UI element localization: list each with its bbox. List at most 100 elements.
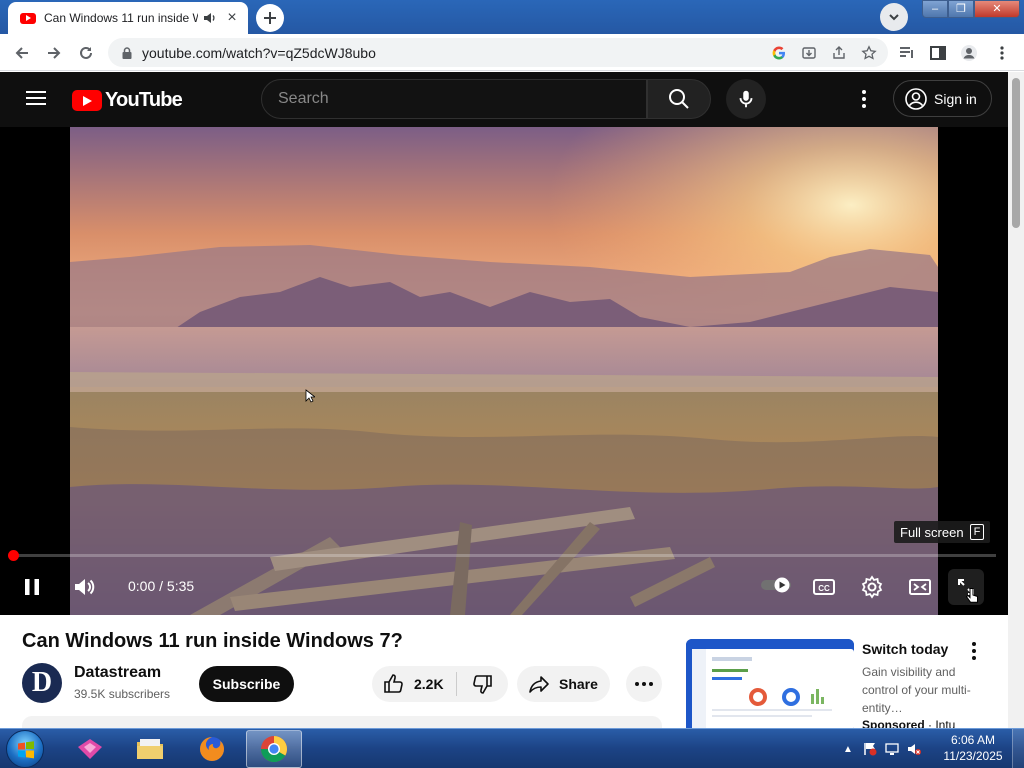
google-lens-button[interactable]: [768, 42, 790, 64]
channel-name[interactable]: Datastream: [74, 664, 161, 682]
reload-button[interactable]: [72, 39, 100, 67]
settings-menu-button[interactable]: [852, 87, 876, 111]
like-divider: [456, 672, 457, 696]
close-window-button[interactable]: ✕: [974, 0, 1020, 18]
kebab-menu-icon: [972, 642, 976, 646]
player-controls: 0:00 / 5:35 CC: [0, 567, 1008, 607]
show-desktop-button[interactable]: [1012, 729, 1024, 768]
video-player[interactable]: Full screen F 0:00 / 5:35 CC: [0, 127, 1008, 615]
share-page-button[interactable]: [828, 42, 850, 64]
file-explorer-app-button[interactable]: [122, 730, 178, 768]
lock-icon[interactable]: [120, 46, 134, 60]
mouse-pointer-icon: [305, 389, 315, 403]
back-icon: [15, 47, 28, 59]
tab-close-icon[interactable]: ×: [224, 10, 240, 26]
minimize-button[interactable]: –: [922, 0, 948, 18]
google-icon: [772, 46, 785, 60]
gear-icon: [861, 575, 883, 599]
speaker-muted-icon: [908, 744, 921, 755]
clock-time: 6:06 AM: [950, 733, 996, 747]
network-monitor-icon: [885, 743, 899, 755]
scrollbar-thumb[interactable]: [1012, 78, 1020, 228]
omnibox-actions: [768, 42, 880, 64]
dislike-button[interactable]: [458, 666, 506, 702]
thumbs-up-icon: [384, 674, 403, 693]
bookmark-button[interactable]: [858, 42, 880, 64]
tab-title: Can Windows 11 run inside Windows 7?: [44, 11, 198, 25]
reading-list-icon: [900, 47, 913, 58]
video-title: Can Windows 11 run inside Windows 7?: [22, 630, 403, 652]
start-button[interactable]: [6, 730, 44, 768]
subscribe-button[interactable]: Subscribe: [199, 666, 294, 702]
browser-tab-strip: Can Windows 11 run inside Windows 7? × –…: [0, 0, 1024, 34]
forward-button[interactable]: [40, 39, 68, 67]
chrome-menu-button[interactable]: [988, 39, 1016, 67]
miniplayer-icon: [909, 579, 931, 595]
profile-button[interactable]: [955, 39, 983, 67]
network-icon[interactable]: [884, 741, 900, 757]
settings-button[interactable]: [854, 569, 890, 605]
back-button[interactable]: [8, 39, 36, 67]
maximize-button[interactable]: ❐: [948, 0, 974, 18]
pause-icon: [25, 579, 39, 595]
youtube-masthead: YouTube Sign in: [0, 72, 1008, 127]
share-button[interactable]: Share: [517, 666, 610, 702]
sign-in-button[interactable]: Sign in: [893, 80, 992, 117]
search-button[interactable]: [647, 79, 711, 119]
windows-taskbar: ▲ 6:06 AM 11/23/2025: [0, 728, 1024, 768]
tooltip-key: F: [969, 524, 985, 540]
address-bar[interactable]: youtube.com/watch?v=qZ5dcWJ8ubo: [108, 38, 888, 67]
volume-button[interactable]: [66, 569, 102, 605]
miniplayer-button[interactable]: [902, 569, 938, 605]
guide-menu-button[interactable]: [24, 87, 48, 111]
paint-app-button[interactable]: [62, 730, 118, 768]
subtitles-button[interactable]: CC: [806, 569, 842, 605]
voice-search-button[interactable]: [726, 79, 766, 119]
install-app-button[interactable]: [798, 42, 820, 64]
new-tab-button[interactable]: [256, 4, 284, 32]
system-tray: ▲: [840, 729, 922, 768]
ad-title[interactable]: Switch today: [862, 641, 948, 657]
sign-in-label: Sign in: [934, 90, 977, 107]
volume-muted-icon[interactable]: [906, 741, 922, 757]
profile-icon: [961, 45, 977, 61]
windows-logo-icon: [18, 741, 34, 759]
video-frame[interactable]: [70, 127, 938, 615]
window-controls: – ❐ ✕: [922, 0, 1020, 18]
page-scrollbar[interactable]: [1008, 72, 1024, 728]
search-icon: [669, 89, 689, 109]
time-separator: /: [159, 578, 164, 594]
youtube-logo-text: YouTube: [105, 89, 183, 111]
chrome-app-button[interactable]: [246, 730, 302, 768]
search-input[interactable]: [278, 90, 646, 108]
url-text: youtube.com/watch?v=qZ5dcWJ8ubo: [142, 44, 376, 61]
action-center-flag-icon[interactable]: [862, 741, 878, 757]
forward-icon: [48, 47, 61, 59]
more-actions-button[interactable]: [626, 666, 662, 702]
channel-avatar[interactable]: D: [22, 663, 62, 703]
reading-list-button[interactable]: [893, 39, 921, 67]
firefox-app-button[interactable]: [184, 730, 240, 768]
like-count: 2.2K: [414, 676, 444, 692]
side-panel-button[interactable]: [924, 39, 952, 67]
clock-date: 11/23/2025: [943, 749, 1003, 763]
youtube-logo[interactable]: YouTube: [72, 89, 183, 112]
chevron-down-icon: [889, 14, 899, 21]
chrome-icon: [260, 736, 288, 763]
autoplay-toggle[interactable]: [760, 577, 792, 593]
progress-bar[interactable]: [8, 550, 996, 561]
browser-tab[interactable]: Can Windows 11 run inside Windows 7? ×: [8, 2, 248, 34]
pause-button[interactable]: [14, 569, 50, 605]
ad-menu-button[interactable]: [964, 641, 984, 661]
audio-playing-icon[interactable]: [202, 10, 218, 26]
scrubber-handle[interactable]: [8, 550, 19, 561]
thumbs-down-icon: [473, 675, 492, 694]
taskbar-clock[interactable]: 6:06 AM 11/23/2025: [940, 732, 1006, 764]
paint-app-icon: [78, 739, 102, 759]
more-horizontal-icon: [635, 682, 639, 686]
tab-search-button[interactable]: [880, 3, 908, 31]
bookmark-star-icon: [861, 45, 877, 60]
like-button[interactable]: 2.2K: [372, 666, 456, 702]
show-hidden-icons-button[interactable]: ▲: [840, 741, 856, 757]
ad-thumbnail[interactable]: [686, 639, 854, 730]
